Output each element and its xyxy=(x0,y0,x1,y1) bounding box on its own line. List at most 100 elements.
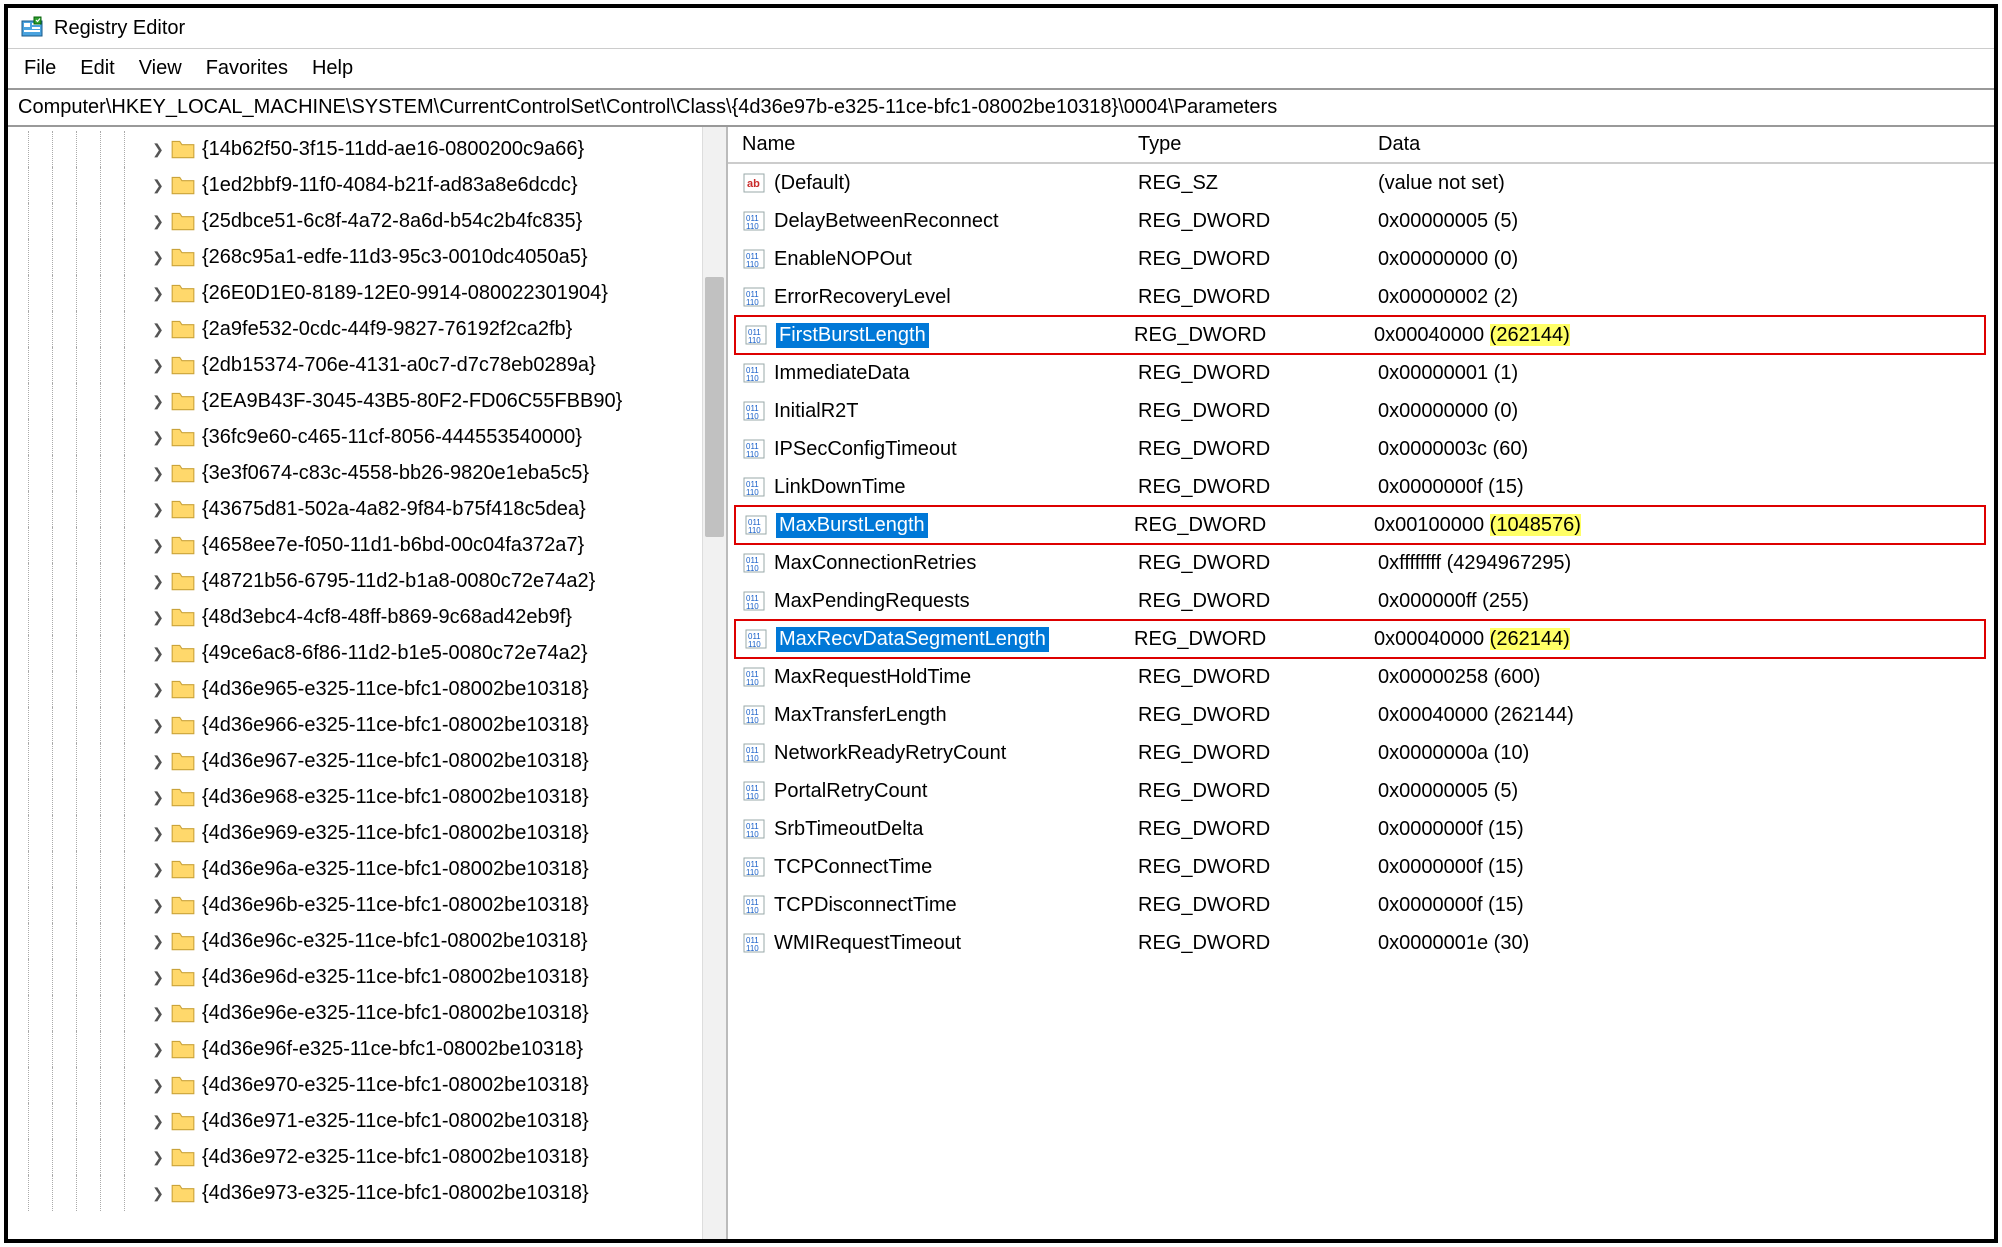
value-row[interactable]: MaxPendingRequestsREG_DWORD0x000000ff (2… xyxy=(728,582,1994,620)
chevron-right-icon[interactable]: ❯ xyxy=(148,1175,168,1211)
tree-item[interactable]: ❯{26E0D1E0-8189-12E0-9914-080022301904} xyxy=(8,275,726,311)
dword-value-icon xyxy=(744,323,768,347)
tree-item[interactable]: ❯{36fc9e60-c465-11cf-8056-444553540000} xyxy=(8,419,726,455)
chevron-right-icon[interactable]: ❯ xyxy=(148,275,168,311)
chevron-right-icon[interactable]: ❯ xyxy=(148,383,168,419)
chevron-right-icon[interactable]: ❯ xyxy=(148,203,168,239)
chevron-right-icon[interactable]: ❯ xyxy=(148,527,168,563)
column-header-name[interactable]: Name xyxy=(728,133,1138,156)
value-row[interactable]: FirstBurstLengthREG_DWORD0x00040000 (262… xyxy=(734,315,1986,355)
chevron-right-icon[interactable]: ❯ xyxy=(148,347,168,383)
menu-edit[interactable]: Edit xyxy=(80,57,114,80)
chevron-right-icon[interactable]: ❯ xyxy=(148,923,168,959)
folder-icon xyxy=(170,280,196,306)
chevron-right-icon[interactable]: ❯ xyxy=(148,563,168,599)
value-row[interactable]: MaxConnectionRetriesREG_DWORD0xffffffff … xyxy=(728,544,1994,582)
tree-item[interactable]: ❯{4d36e971-e325-11ce-bfc1-08002be10318} xyxy=(8,1103,726,1139)
value-row[interactable]: LinkDownTimeREG_DWORD0x0000000f (15) xyxy=(728,468,1994,506)
tree-item[interactable]: ❯{4d36e969-e325-11ce-bfc1-08002be10318} xyxy=(8,815,726,851)
chevron-right-icon[interactable]: ❯ xyxy=(148,167,168,203)
tree-item[interactable]: ❯{25dbce51-6c8f-4a72-8a6d-b54c2b4fc835} xyxy=(8,203,726,239)
menu-favorites[interactable]: Favorites xyxy=(206,57,288,80)
value-row[interactable]: DelayBetweenReconnectREG_DWORD0x00000005… xyxy=(728,202,1994,240)
chevron-right-icon[interactable]: ❯ xyxy=(148,635,168,671)
chevron-right-icon[interactable]: ❯ xyxy=(148,1031,168,1067)
menu-file[interactable]: File xyxy=(24,57,56,80)
tree-item[interactable]: ❯{4d36e96c-e325-11ce-bfc1-08002be10318} xyxy=(8,923,726,959)
tree-item[interactable]: ❯{4d36e96a-e325-11ce-bfc1-08002be10318} xyxy=(8,851,726,887)
value-row[interactable]: PortalRetryCountREG_DWORD0x00000005 (5) xyxy=(728,772,1994,810)
folder-icon xyxy=(170,1144,196,1170)
tree-item[interactable]: ❯{4d36e973-e325-11ce-bfc1-08002be10318} xyxy=(8,1175,726,1211)
column-header-type[interactable]: Type xyxy=(1138,133,1378,156)
address-bar[interactable]: Computer\HKEY_LOCAL_MACHINE\SYSTEM\Curre… xyxy=(8,90,1994,127)
chevron-right-icon[interactable]: ❯ xyxy=(148,311,168,347)
value-row[interactable]: MaxRecvDataSegmentLengthREG_DWORD0x00040… xyxy=(734,619,1986,659)
tree-item[interactable]: ❯{1ed2bbf9-11f0-4084-b21f-ad83a8e6dcdc} xyxy=(8,167,726,203)
tree-item[interactable]: ❯{14b62f50-3f15-11dd-ae16-0800200c9a66} xyxy=(8,131,726,167)
tree-item[interactable]: ❯{4d36e96f-e325-11ce-bfc1-08002be10318} xyxy=(8,1031,726,1067)
value-row[interactable]: MaxRequestHoldTimeREG_DWORD0x00000258 (6… xyxy=(728,658,1994,696)
tree-item[interactable]: ❯{4d36e967-e325-11ce-bfc1-08002be10318} xyxy=(8,743,726,779)
chevron-right-icon[interactable]: ❯ xyxy=(148,779,168,815)
tree-item[interactable]: ❯{2EA9B43F-3045-43B5-80F2-FD06C55FBB90} xyxy=(8,383,726,419)
chevron-right-icon[interactable]: ❯ xyxy=(148,239,168,275)
tree-guides xyxy=(28,923,148,959)
value-row[interactable]: NetworkReadyRetryCountREG_DWORD0x0000000… xyxy=(728,734,1994,772)
tree-item[interactable]: ❯{4d36e965-e325-11ce-bfc1-08002be10318} xyxy=(8,671,726,707)
tree-item[interactable]: ❯{268c95a1-edfe-11d3-95c3-0010dc4050a5} xyxy=(8,239,726,275)
chevron-right-icon[interactable]: ❯ xyxy=(148,887,168,923)
tree-item[interactable]: ❯{4d36e972-e325-11ce-bfc1-08002be10318} xyxy=(8,1139,726,1175)
chevron-right-icon[interactable]: ❯ xyxy=(148,1139,168,1175)
chevron-right-icon[interactable]: ❯ xyxy=(148,131,168,167)
tree-item[interactable]: ❯{3e3f0674-c83c-4558-bb26-9820e1eba5c5} xyxy=(8,455,726,491)
tree-item[interactable]: ❯{4d36e966-e325-11ce-bfc1-08002be10318} xyxy=(8,707,726,743)
tree-item[interactable]: ❯{4d36e96d-e325-11ce-bfc1-08002be10318} xyxy=(8,959,726,995)
chevron-right-icon[interactable]: ❯ xyxy=(148,1067,168,1103)
value-row[interactable]: MaxTransferLengthREG_DWORD0x00040000 (26… xyxy=(728,696,1994,734)
value-row[interactable]: InitialR2TREG_DWORD0x00000000 (0) xyxy=(728,392,1994,430)
tree-item[interactable]: ❯{48d3ebc4-4cf8-48ff-b869-9c68ad42eb9f} xyxy=(8,599,726,635)
tree-scrollbar-thumb[interactable] xyxy=(705,277,724,537)
chevron-right-icon[interactable]: ❯ xyxy=(148,815,168,851)
value-row[interactable]: TCPDisconnectTimeREG_DWORD0x0000000f (15… xyxy=(728,886,1994,924)
tree-item[interactable]: ❯{43675d81-502a-4a82-9f84-b75f418c5dea} xyxy=(8,491,726,527)
chevron-right-icon[interactable]: ❯ xyxy=(148,959,168,995)
tree-item[interactable]: ❯{4658ee7e-f050-11d1-b6bd-00c04fa372a7} xyxy=(8,527,726,563)
chevron-right-icon[interactable]: ❯ xyxy=(148,599,168,635)
chevron-right-icon[interactable]: ❯ xyxy=(148,491,168,527)
tree-item[interactable]: ❯{4d36e968-e325-11ce-bfc1-08002be10318} xyxy=(8,779,726,815)
value-row[interactable]: WMIRequestTimeoutREG_DWORD0x0000001e (30… xyxy=(728,924,1994,962)
value-row[interactable]: TCPConnectTimeREG_DWORD0x0000000f (15) xyxy=(728,848,1994,886)
tree-item[interactable]: ❯{2a9fe532-0cdc-44f9-9827-76192f2ca2fb} xyxy=(8,311,726,347)
tree-item[interactable]: ❯{2db15374-706e-4131-a0c7-d7c78eb0289a} xyxy=(8,347,726,383)
chevron-right-icon[interactable]: ❯ xyxy=(148,707,168,743)
value-data: 0x00000258 (600) xyxy=(1378,666,1994,689)
value-row[interactable]: IPSecConfigTimeoutREG_DWORD0x0000003c (6… xyxy=(728,430,1994,468)
value-row[interactable]: EnableNOPOutREG_DWORD0x00000000 (0) xyxy=(728,240,1994,278)
menu-help[interactable]: Help xyxy=(312,57,353,80)
tree-item[interactable]: ❯{48721b56-6795-11d2-b1a8-0080c72e74a2} xyxy=(8,563,726,599)
tree-item[interactable]: ❯{4d36e96b-e325-11ce-bfc1-08002be10318} xyxy=(8,887,726,923)
chevron-right-icon[interactable]: ❯ xyxy=(148,1103,168,1139)
chevron-right-icon[interactable]: ❯ xyxy=(148,851,168,887)
tree-item[interactable]: ❯{4d36e96e-e325-11ce-bfc1-08002be10318} xyxy=(8,995,726,1031)
tree-item[interactable]: ❯{4d36e970-e325-11ce-bfc1-08002be10318} xyxy=(8,1067,726,1103)
chevron-right-icon[interactable]: ❯ xyxy=(148,419,168,455)
value-row[interactable]: ErrorRecoveryLevelREG_DWORD0x00000002 (2… xyxy=(728,278,1994,316)
tree-pane[interactable]: ❯{14b62f50-3f15-11dd-ae16-0800200c9a66}❯… xyxy=(8,127,728,1239)
chevron-right-icon[interactable]: ❯ xyxy=(148,671,168,707)
value-row[interactable]: SrbTimeoutDeltaREG_DWORD0x0000000f (15) xyxy=(728,810,1994,848)
tree-item[interactable]: ❯{49ce6ac8-6f86-11d2-b1e5-0080c72e74a2} xyxy=(8,635,726,671)
chevron-right-icon[interactable]: ❯ xyxy=(148,743,168,779)
menu-view[interactable]: View xyxy=(139,57,182,80)
value-row[interactable]: MaxBurstLengthREG_DWORD0x00100000 (10485… xyxy=(734,505,1986,545)
chevron-right-icon[interactable]: ❯ xyxy=(148,455,168,491)
value-name-cell: MaxPendingRequests xyxy=(728,589,1138,613)
tree-scrollbar[interactable] xyxy=(702,127,726,1239)
chevron-right-icon[interactable]: ❯ xyxy=(148,995,168,1031)
column-header-data[interactable]: Data xyxy=(1378,133,1994,156)
value-row[interactable]: (Default)REG_SZ(value not set) xyxy=(728,164,1994,202)
value-row[interactable]: ImmediateDataREG_DWORD0x00000001 (1) xyxy=(728,354,1994,392)
dword-value-icon xyxy=(742,437,766,461)
